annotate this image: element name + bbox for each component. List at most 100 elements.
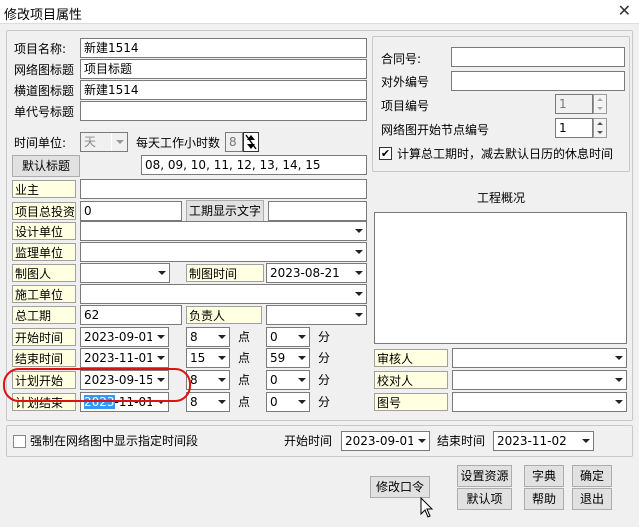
- chevron-down-icon[interactable]: [610, 393, 626, 411]
- design-label: 设计单位: [12, 222, 76, 240]
- design-select[interactable]: [80, 221, 367, 241]
- chevron-down-icon[interactable]: [610, 349, 626, 367]
- chevron-down-icon[interactable]: [213, 393, 229, 411]
- supervise-select[interactable]: [80, 242, 367, 262]
- chevron-down-icon[interactable]: [577, 432, 593, 450]
- end-minute-value: 59: [270, 351, 286, 365]
- chevron-down-icon[interactable]: [293, 371, 309, 389]
- bottom-end-value: 2023-11-02: [497, 434, 567, 448]
- overview-label: 工程概况: [477, 191, 526, 205]
- horiz-title-input[interactable]: 新建1514: [80, 80, 367, 100]
- overview-textarea[interactable]: [374, 212, 627, 344]
- exit-button[interactable]: 退出: [572, 488, 612, 510]
- chevron-down-icon[interactable]: [152, 328, 168, 346]
- help-button[interactable]: 帮助: [524, 488, 564, 510]
- chevron-down-icon[interactable]: [153, 264, 169, 282]
- investment-label: 项目总投资: [12, 202, 76, 220]
- external-label: 对外编号: [381, 75, 430, 89]
- checkbox-subtract-rest[interactable]: ✔: [379, 147, 392, 160]
- checker-select[interactable]: [452, 370, 627, 390]
- hours-input[interactable]: 8: [225, 132, 243, 152]
- reviewer-label: 审核人: [374, 349, 448, 367]
- investment-input[interactable]: 0: [80, 201, 182, 221]
- chevron-down-icon[interactable]: [350, 243, 366, 261]
- modify-password-button[interactable]: 修改口令: [370, 476, 430, 498]
- end-hour-select[interactable]: 15: [186, 348, 230, 368]
- end-minute-select[interactable]: 59: [266, 348, 310, 368]
- time-unit-value: 天: [84, 135, 97, 149]
- bottom-end-select[interactable]: 2023-11-02: [493, 431, 594, 451]
- duration-text-button[interactable]: 工期显示文字: [186, 200, 264, 222]
- plan-start-minute-unit: 分: [318, 373, 331, 387]
- duration-text-input[interactable]: [268, 201, 367, 221]
- plan-end-hour-select[interactable]: 8: [186, 392, 230, 412]
- set-resource-button[interactable]: 设置资源: [457, 465, 512, 487]
- plan-end-minute-select[interactable]: 0: [266, 392, 310, 412]
- manager-select[interactable]: [266, 305, 367, 325]
- plan-start-minute-select[interactable]: 0: [266, 370, 310, 390]
- drawer-select[interactable]: [80, 263, 170, 283]
- end-time-label: 结束时间: [12, 349, 76, 367]
- reviewer-select[interactable]: [452, 348, 627, 368]
- ok-button[interactable]: 确定: [572, 465, 612, 487]
- start-minute-value: 0: [270, 330, 278, 344]
- code-title-input[interactable]: [80, 101, 367, 121]
- red-highlight-annotation: [3, 368, 191, 402]
- draw-time-select[interactable]: 2023-08-21: [266, 263, 367, 283]
- chevron-down-icon[interactable]: [213, 328, 229, 346]
- start-hour-value: 8: [190, 330, 198, 344]
- chevron-down-icon[interactable]: [111, 133, 127, 151]
- draw-time-label: 制图时间: [186, 264, 264, 282]
- time-unit-select[interactable]: 天: [80, 132, 128, 152]
- project-no-stepper-icon[interactable]: [593, 94, 607, 114]
- force-display-checkbox[interactable]: [13, 435, 26, 448]
- chevron-down-icon[interactable]: [350, 222, 366, 240]
- net-title-input[interactable]: 项目标题: [80, 59, 367, 79]
- project-no-input[interactable]: 1: [555, 94, 593, 114]
- bottom-end-label: 结束时间: [437, 434, 486, 448]
- bottom-start-label: 开始时间: [284, 434, 333, 448]
- construct-select[interactable]: [80, 284, 367, 304]
- chevron-down-icon[interactable]: [152, 349, 168, 367]
- chevron-down-icon[interactable]: [293, 349, 309, 367]
- window-title: 修改项目属性: [4, 8, 83, 23]
- close-icon[interactable]: ✕: [618, 1, 631, 20]
- horiz-title-label: 横道图标题: [14, 84, 75, 98]
- chevron-down-icon[interactable]: [413, 432, 429, 450]
- chevron-down-icon[interactable]: [293, 328, 309, 346]
- bottom-start-select[interactable]: 2023-09-01: [341, 431, 430, 451]
- manager-label: 负责人: [186, 306, 262, 324]
- chevron-down-icon[interactable]: [293, 393, 309, 411]
- owner-input[interactable]: [80, 179, 367, 199]
- start-date-value: 2023-09-01: [84, 330, 154, 344]
- chevron-down-icon[interactable]: [213, 371, 229, 389]
- chevron-down-icon[interactable]: [350, 264, 366, 282]
- chevron-down-icon[interactable]: [350, 306, 366, 324]
- start-hour-select[interactable]: 8: [186, 327, 230, 347]
- chevron-down-icon[interactable]: [213, 349, 229, 367]
- start-date-select[interactable]: 2023-09-01: [80, 327, 169, 347]
- project-no-label: 项目编号: [381, 99, 430, 113]
- hours-list-input[interactable]: 08, 09, 10, 11, 12, 13, 14, 15: [141, 155, 367, 175]
- start-minute-select[interactable]: 0: [266, 327, 310, 347]
- hours-stepper-icon[interactable]: [243, 132, 259, 152]
- plan-end-minute-unit: 分: [318, 395, 331, 409]
- project-name-input[interactable]: 新建1514: [80, 38, 367, 58]
- dictionary-button[interactable]: 字典: [524, 465, 564, 487]
- plan-start-hour-select[interactable]: 8: [186, 370, 230, 390]
- drawing-no-select[interactable]: [452, 392, 627, 412]
- mouse-cursor-icon: [420, 496, 434, 522]
- chevron-down-icon[interactable]: [350, 285, 366, 303]
- chevron-down-icon[interactable]: [610, 371, 626, 389]
- default-button[interactable]: 默认项: [457, 488, 512, 510]
- time-unit-label: 时间单位:: [14, 136, 67, 150]
- end-date-select[interactable]: 2023-11-01: [80, 348, 169, 368]
- start-node-stepper-icon[interactable]: [593, 118, 607, 138]
- draw-time-value: 2023-08-21: [270, 266, 340, 280]
- total-input[interactable]: 62: [80, 305, 182, 325]
- start-node-input[interactable]: 1: [555, 118, 593, 138]
- default-title-button[interactable]: 默认标题: [12, 155, 80, 177]
- hours-label: 每天工作小时数: [136, 136, 221, 150]
- external-input[interactable]: [451, 71, 625, 91]
- contract-input[interactable]: [451, 47, 625, 67]
